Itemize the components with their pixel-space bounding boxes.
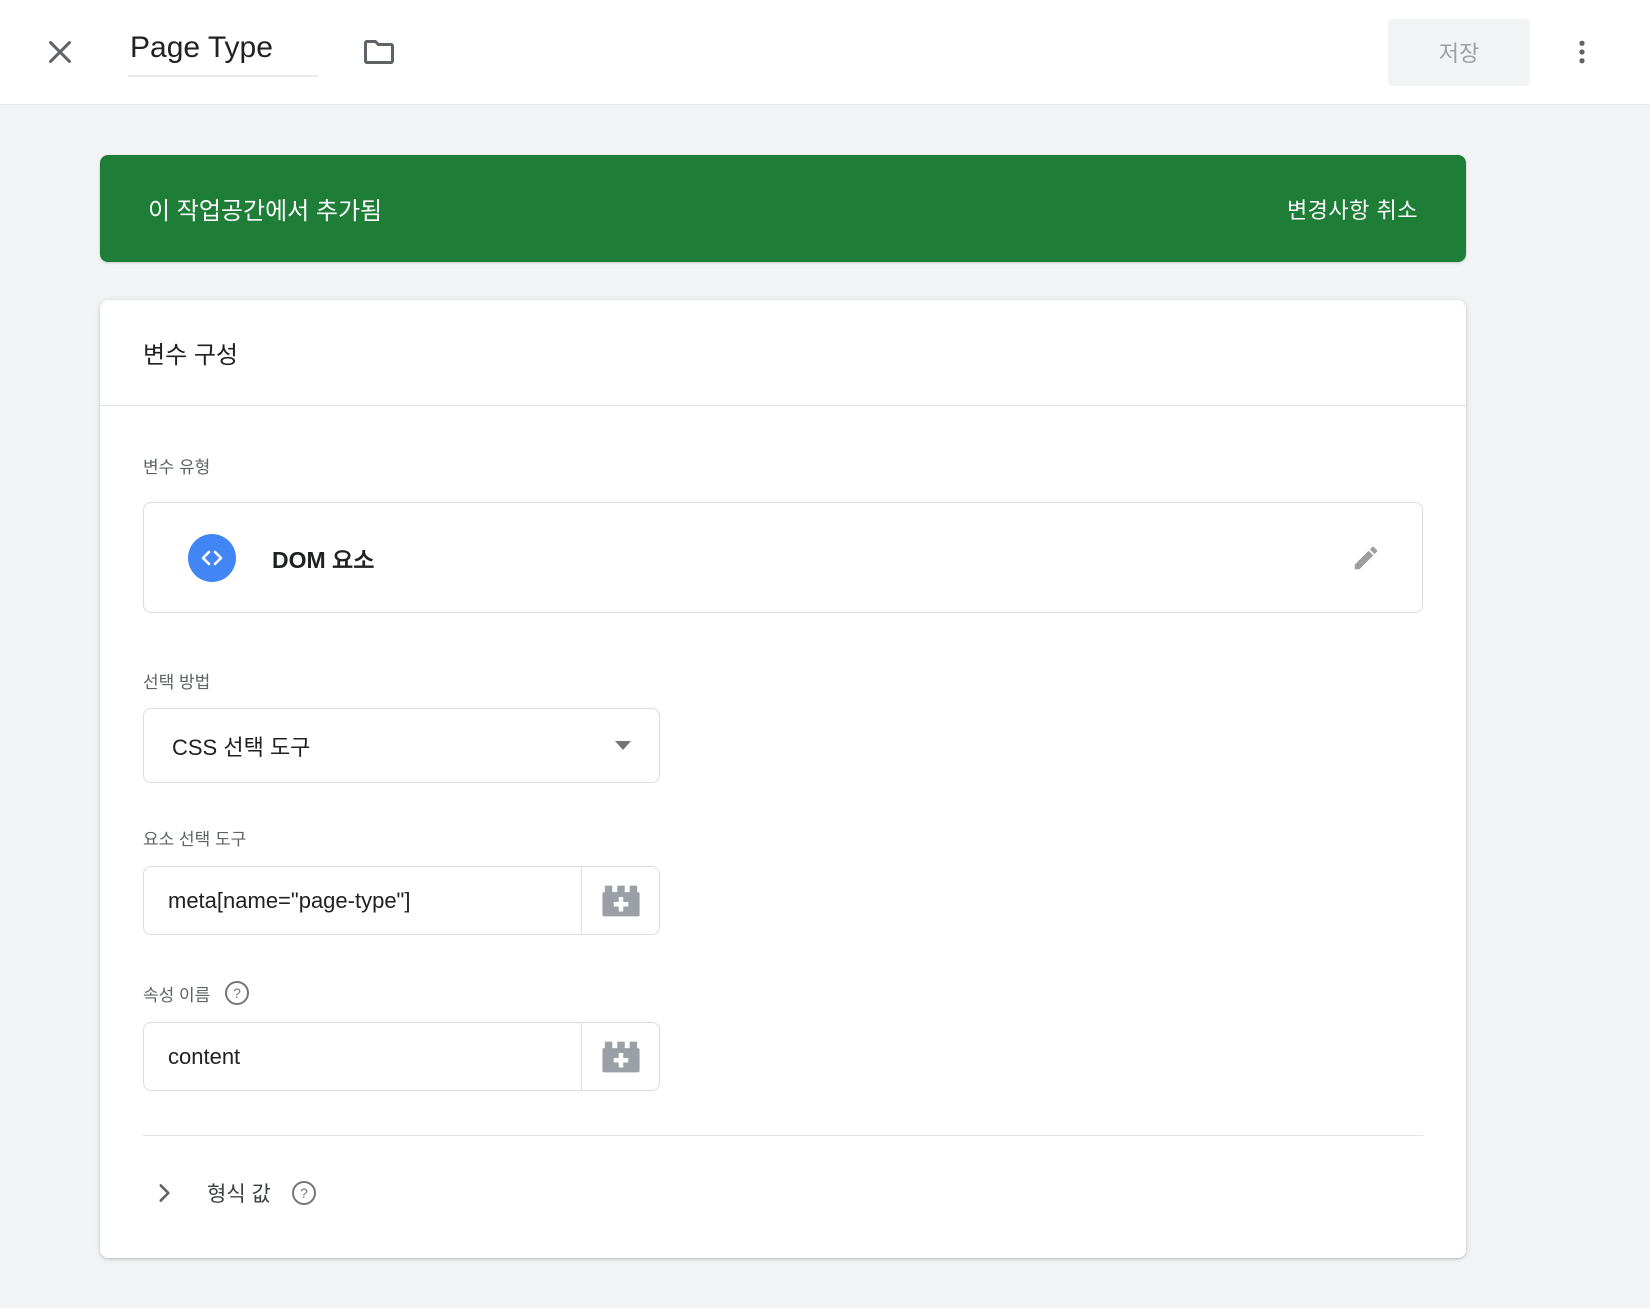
format-value-toggle[interactable]: 형식 값 ?: [143, 1178, 1423, 1208]
attribute-name-label: 속성 이름: [143, 981, 210, 1006]
discard-changes-link[interactable]: 변경사항 취소: [1287, 193, 1418, 225]
help-icon[interactable]: ?: [291, 1180, 317, 1206]
dropdown-arrow-icon: [615, 741, 631, 750]
selection-method-value: CSS 선택 도구: [172, 730, 310, 762]
attribute-name-field: [143, 1022, 660, 1091]
insert-variable-button[interactable]: [581, 1023, 659, 1090]
variable-type-label: 변수 유형: [143, 453, 1423, 478]
help-icon[interactable]: ?: [224, 980, 250, 1006]
svg-text:?: ?: [300, 1185, 308, 1201]
element-selector-label: 요소 선택 도구: [143, 825, 1423, 850]
element-selector-input[interactable]: [144, 867, 581, 934]
variable-name-input[interactable]: Page Type: [128, 28, 318, 77]
variable-type-value: DOM 요소: [272, 541, 374, 575]
folder-icon: [361, 34, 397, 70]
card-header: 변수 구성: [100, 300, 1466, 406]
edit-variable-type-button[interactable]: [1348, 540, 1384, 576]
section-divider: [143, 1135, 1423, 1136]
chevron-right-icon: [151, 1180, 177, 1206]
card-body: 변수 유형 DOM 요소 선택 방법 CSS 선택 도구: [100, 453, 1466, 1258]
code-icon: [198, 544, 226, 572]
pencil-icon: [1351, 543, 1381, 573]
save-button[interactable]: 저장: [1388, 19, 1530, 86]
attribute-name-input[interactable]: [144, 1023, 581, 1090]
kebab-menu-icon: [1567, 37, 1597, 67]
selection-method-select[interactable]: CSS 선택 도구: [143, 708, 660, 783]
close-button[interactable]: [40, 32, 80, 72]
variable-type-box[interactable]: DOM 요소: [143, 502, 1423, 613]
selection-method-label: 선택 방법: [143, 668, 1423, 693]
element-selector-field: [143, 866, 660, 935]
svg-text:?: ?: [233, 985, 241, 1001]
banner-message: 이 작업공간에서 추가됨: [148, 191, 382, 226]
card-title: 변수 구성: [143, 335, 238, 370]
dom-element-badge: [188, 534, 236, 582]
format-value-label: 형식 값: [207, 1178, 271, 1208]
variable-brick-icon: [600, 883, 642, 919]
folder-button[interactable]: [358, 31, 400, 73]
insert-variable-button[interactable]: [581, 867, 659, 934]
variable-brick-icon: [600, 1039, 642, 1075]
top-bar: Page Type 저장: [0, 0, 1650, 105]
workspace-banner: 이 작업공간에서 추가됨 변경사항 취소: [100, 155, 1466, 262]
variable-config-card: 변수 구성 변수 유형 DOM 요소 선: [100, 300, 1466, 1258]
kebab-menu-button[interactable]: [1560, 30, 1604, 74]
close-icon: [42, 34, 78, 70]
page-content: 이 작업공간에서 추가됨 변경사항 취소 변수 구성 변수 유형 DOM 요소: [0, 105, 1650, 1258]
